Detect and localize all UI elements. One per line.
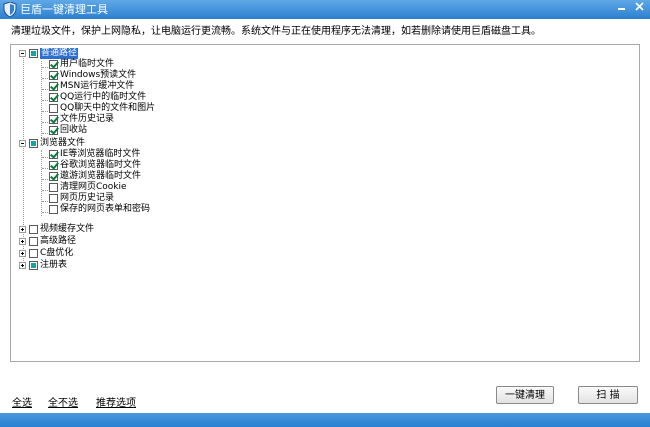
tree-item-common-1[interactable]: Windows预读文件	[49, 70, 136, 81]
tree-node-registry[interactable]: 注册表	[19, 260, 67, 271]
tree-item-label: 网页历史记录	[60, 193, 115, 203]
checkbox-checked[interactable]	[49, 150, 58, 159]
checkbox-checked[interactable]	[49, 93, 58, 102]
checkbox-c-drive[interactable]	[29, 249, 38, 258]
tree-node-label: 普通路径	[40, 48, 79, 59]
recommended-options-link[interactable]: 推荐选项	[96, 394, 136, 409]
tree-node-advanced[interactable]: 高级路径	[19, 236, 76, 247]
checkbox-registry[interactable]	[29, 261, 38, 270]
tree-item-browser-0[interactable]: IE等浏览器临时文件	[49, 149, 140, 160]
tree-item-browser-4[interactable]: 网页历史记录	[49, 193, 114, 204]
tree-node-label: 视频缓存文件	[40, 224, 95, 234]
tree-item-label: 遨游浏览器临时文件	[60, 171, 142, 181]
tree-node-label: 高级路径	[40, 236, 77, 246]
tree-node-video[interactable]: 视频缓存文件	[19, 224, 94, 235]
bottom-status-strip	[0, 413, 650, 427]
expand-toggle-icon[interactable]	[19, 238, 26, 245]
close-icon	[635, 2, 644, 11]
tree-node-label: C盘优化	[40, 248, 74, 258]
tree-node-browser[interactable]: 浏览器文件	[19, 138, 85, 149]
checkbox-checked[interactable]	[49, 60, 58, 69]
checkbox-checked[interactable]	[49, 115, 58, 124]
tree-item-common-4[interactable]: QQ聊天中的文件和图片	[49, 103, 155, 114]
expand-toggle-icon[interactable]	[19, 250, 26, 257]
tree-item-common-5[interactable]: 文件历史记录	[49, 114, 114, 125]
checkbox-checked[interactable]	[49, 172, 58, 181]
tree-item-label: IE等浏览器临时文件	[60, 149, 141, 159]
minimize-button[interactable]	[614, 2, 629, 16]
tree-item-label: 回收站	[60, 125, 88, 135]
tree-node-common[interactable]: 普通路径	[19, 48, 79, 59]
checkbox-unchecked[interactable]	[49, 183, 58, 192]
tree-item-common-0[interactable]: 用户临时文件	[49, 59, 114, 70]
tree-item-common-3[interactable]: QQ运行中的临时文件	[49, 92, 146, 103]
scan-button[interactable]: 扫 描	[578, 386, 638, 404]
tree-item-label: 文件历史记录	[60, 114, 115, 124]
tree-item-label: QQ运行中的临时文件	[60, 92, 147, 102]
tree-item-browser-1[interactable]: 谷歌浏览器临时文件	[49, 160, 141, 171]
minimize-icon	[618, 8, 625, 10]
tree-item-label: Windows预读文件	[60, 70, 137, 80]
checkbox-checked[interactable]	[49, 126, 58, 135]
one-click-clean-button[interactable]: 一键清理	[496, 386, 554, 404]
checkbox-checked[interactable]	[49, 161, 58, 170]
main-window: 巨盾一键清理工具 清理垃圾文件，保护上网隐私，让电脑运行更流畅。系统文件与正在使…	[0, 0, 650, 427]
tree-item-common-6[interactable]: 回收站	[49, 125, 87, 136]
tree-item-label: MSN运行缓冲文件	[60, 81, 135, 91]
collapse-toggle-icon[interactable]	[19, 50, 26, 57]
select-none-link[interactable]: 全不选	[48, 394, 78, 409]
tree-item-label: 保存的网页表单和密码	[60, 204, 151, 214]
window-title: 巨盾一键清理工具	[20, 3, 108, 16]
checkbox-video[interactable]	[29, 225, 38, 234]
select-all-link[interactable]: 全选	[12, 394, 32, 409]
checkbox-unchecked[interactable]	[49, 104, 58, 113]
tree-node-c-drive[interactable]: C盘优化	[19, 248, 73, 259]
checkbox-unchecked[interactable]	[49, 205, 58, 214]
tree-item-label: QQ聊天中的文件和图片	[60, 103, 156, 113]
checkbox-common[interactable]	[29, 49, 38, 58]
tree-node-label: 浏览器文件	[40, 138, 86, 148]
tree-item-label: 谷歌浏览器临时文件	[60, 160, 142, 170]
checkbox-browser[interactable]	[29, 139, 38, 148]
close-button[interactable]	[632, 2, 647, 16]
checkbox-checked[interactable]	[49, 82, 58, 91]
checkbox-checked[interactable]	[49, 71, 58, 80]
tree-item-browser-2[interactable]: 遨游浏览器临时文件	[49, 171, 141, 182]
shield-icon	[3, 2, 17, 17]
tree-item-browser-3[interactable]: 清理网页Cookie	[49, 182, 127, 193]
tree-item-common-2[interactable]: MSN运行缓冲文件	[49, 81, 134, 92]
expand-toggle-icon[interactable]	[19, 226, 26, 233]
checkbox-advanced[interactable]	[29, 237, 38, 246]
description-text: 清理垃圾文件，保护上网隐私，让电脑运行更流畅。系统文件与正在使用程序无法清理，如…	[11, 26, 541, 37]
title-bar: 巨盾一键清理工具	[0, 0, 650, 19]
expand-toggle-icon[interactable]	[19, 262, 26, 269]
tree-item-label: 用户临时文件	[60, 59, 115, 69]
cleanup-tree[interactable]: 普通路径 用户临时文件 Windows预读文件 MSN运行缓冲文件 QQ运行中的…	[10, 44, 640, 362]
checkbox-unchecked[interactable]	[49, 194, 58, 203]
tree-item-browser-5[interactable]: 保存的网页表单和密码	[49, 204, 150, 215]
collapse-toggle-icon[interactable]	[19, 140, 26, 147]
tree-item-label: 清理网页Cookie	[60, 182, 127, 192]
tree-node-label: 注册表	[40, 260, 68, 270]
